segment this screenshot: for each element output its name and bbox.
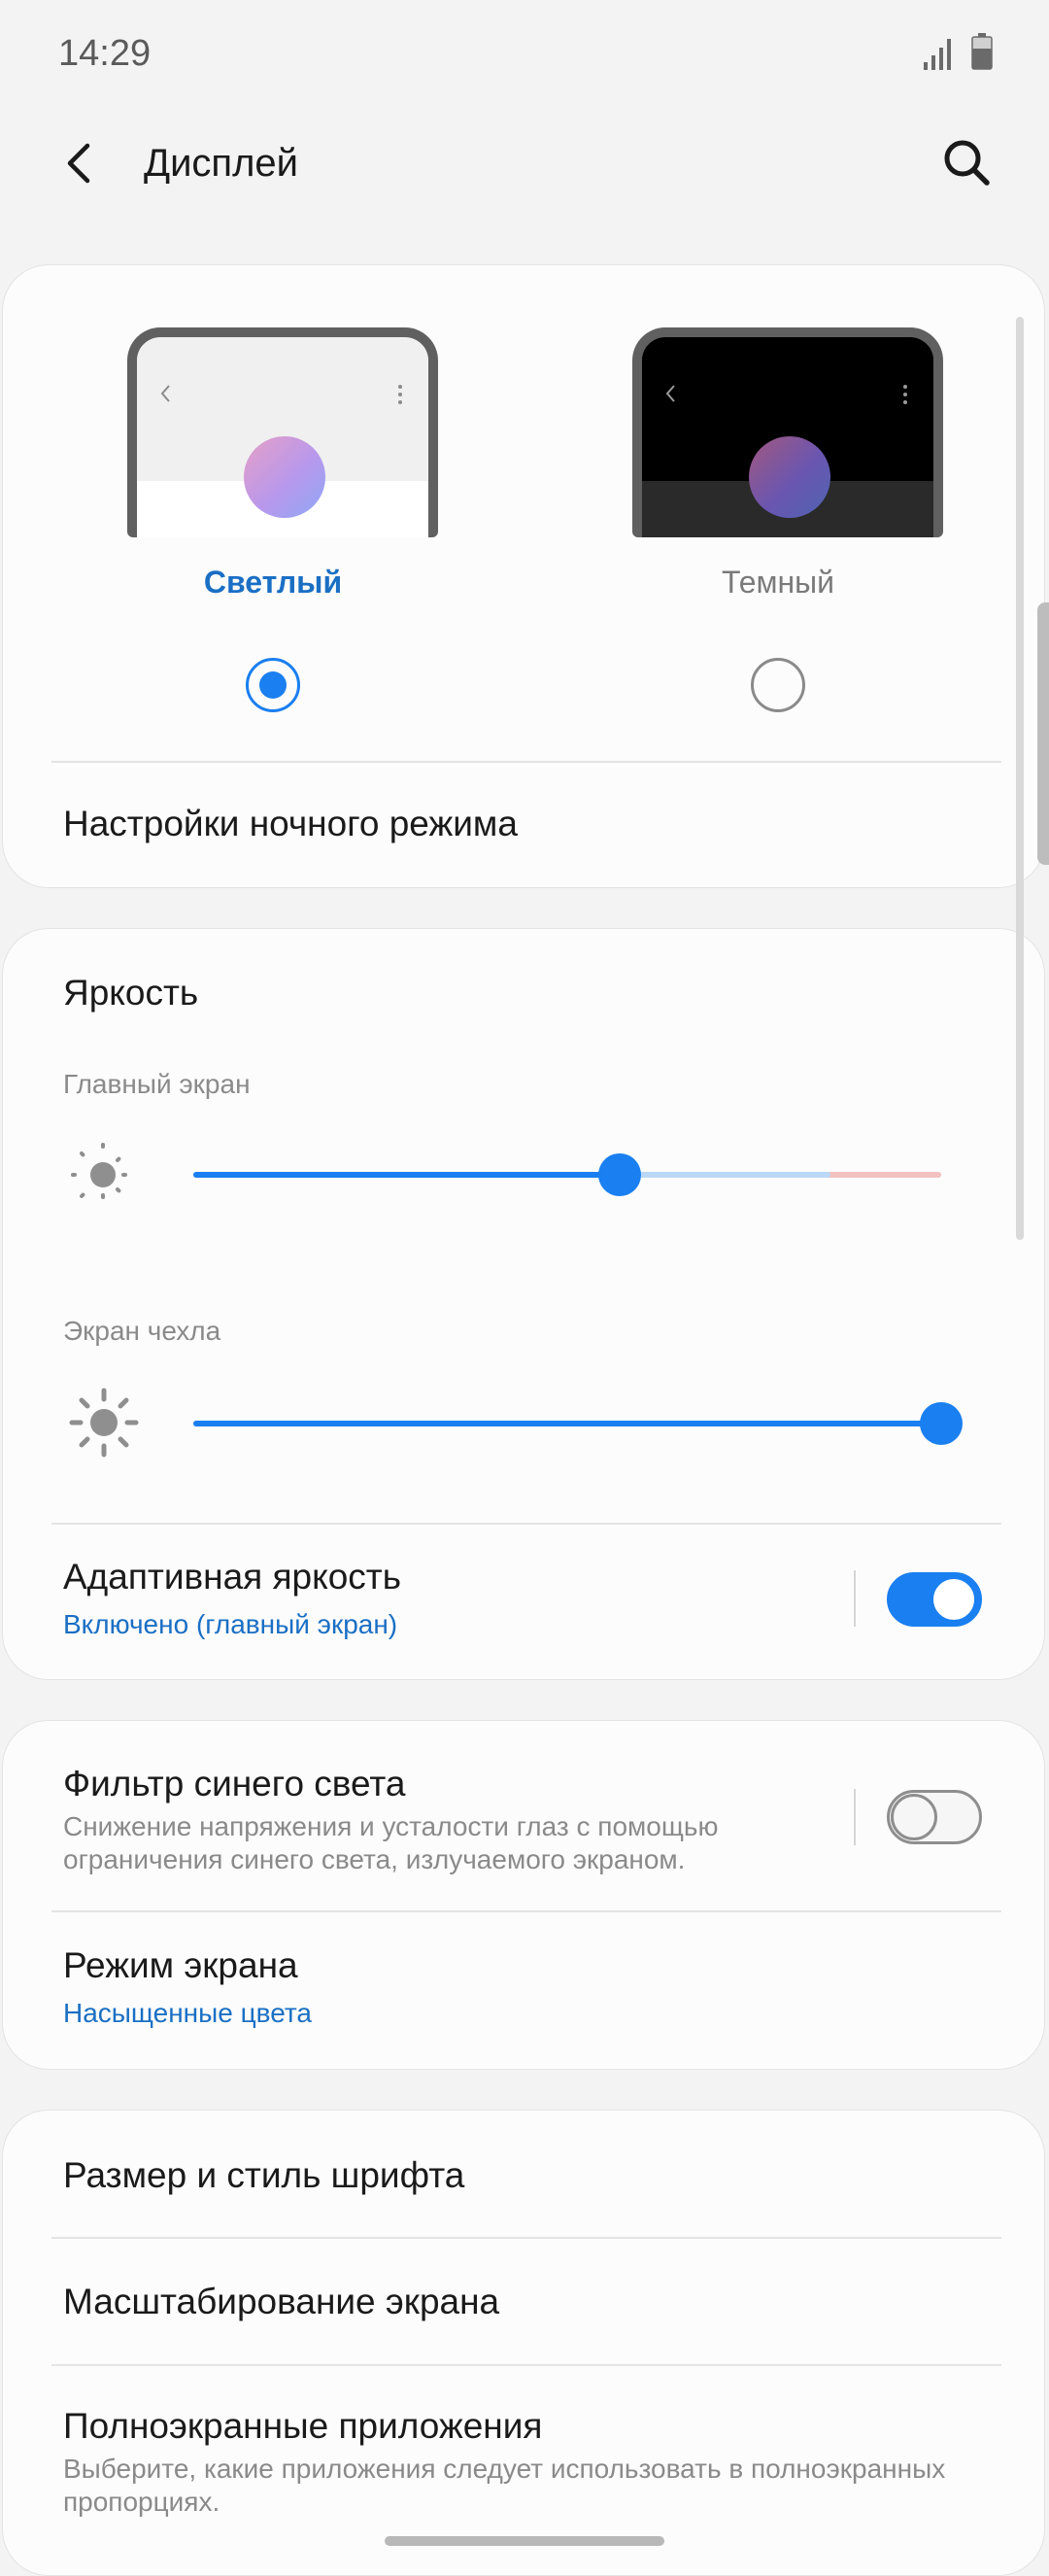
app-header: Дисплей — [0, 117, 1049, 210]
adaptive-brightness-title: Адаптивная яркость — [63, 1557, 401, 1597]
adaptive-brightness-status: Включено (главный экран) — [63, 1609, 398, 1639]
sun-icon — [71, 1143, 135, 1207]
blue-light-filter-toggle[interactable] — [887, 1790, 982, 1844]
status-bar: 14:29 — [0, 0, 1049, 107]
toggle-knob — [931, 1576, 977, 1623]
theme-option-dark[interactable]: Темный — [603, 265, 953, 712]
main-screen-label: Главный экран — [63, 1069, 251, 1099]
dark-theme-preview — [632, 327, 943, 537]
screen-mode-title: Режим экрана — [63, 1945, 298, 1985]
preview-more-icon — [398, 385, 402, 404]
display-more-card: Размер и стиль шрифта Масштабирование эк… — [2, 2110, 1045, 2576]
theme-card: Светлый Темный Настройки ночного режима — [2, 264, 1045, 888]
scrollbar[interactable] — [1016, 317, 1024, 1240]
adaptive-brightness-toggle[interactable] — [887, 1572, 982, 1627]
dark-theme-radio[interactable] — [751, 658, 805, 712]
battery-icon — [971, 33, 993, 70]
preview-back-icon — [665, 385, 675, 402]
brightness-title: Яркость — [63, 973, 199, 1013]
toggle-knob — [891, 1794, 937, 1840]
font-size-style[interactable]: Размер и стиль шрифта — [63, 2155, 464, 2196]
fullscreen-apps-row[interactable]: Полноэкранные приложения Выберите, какие… — [3, 2365, 1046, 2559]
preview-avatar — [749, 436, 830, 518]
cover-brightness-slider[interactable] — [193, 1394, 963, 1453]
light-theme-label: Светлый — [203, 565, 343, 600]
divider — [51, 2237, 1001, 2239]
slider-thumb[interactable] — [920, 1402, 963, 1445]
back-icon[interactable] — [56, 136, 105, 190]
theme-option-light[interactable]: Светлый — [98, 265, 448, 712]
adaptive-brightness-row[interactable]: Адаптивная яркость Включено (главный экр… — [3, 1524, 1046, 1679]
preview-avatar — [244, 436, 325, 518]
vertical-separator — [854, 1789, 856, 1845]
light-theme-radio[interactable] — [246, 658, 300, 712]
slider-track-fill — [193, 1172, 620, 1178]
vertical-separator — [854, 1570, 856, 1627]
fullscreen-apps-title: Полноэкранные приложения — [63, 2406, 543, 2446]
divider — [51, 761, 1001, 763]
brightness-card: Яркость Главный экран Экран чехла Адапти… — [2, 928, 1045, 1680]
preview-back-icon — [160, 385, 170, 402]
cover-screen-label: Экран чехла — [63, 1316, 221, 1346]
blue-light-filter-title: Фильтр синего света — [63, 1764, 406, 1803]
main-brightness-slider[interactable] — [193, 1146, 941, 1204]
page-title: Дисплей — [144, 142, 299, 185]
screen-zoom[interactable]: Масштабирование экрана — [63, 2282, 499, 2322]
light-theme-preview — [127, 327, 438, 537]
slider-track-fill — [193, 1421, 941, 1426]
fullscreen-apps-description: Выберите, какие приложения следует испол… — [63, 2454, 946, 2517]
display-options-card: Фильтр синего света Снижение напряжения … — [2, 1720, 1045, 2070]
night-mode-settings[interactable]: Настройки ночного режима — [63, 804, 518, 844]
screen-mode-row[interactable]: Режим экрана Насыщенные цвета — [3, 1912, 1046, 2068]
screen-mode-value: Насыщенные цвета — [63, 1998, 312, 2028]
status-time: 14:29 — [58, 33, 152, 74]
blue-light-filter-row[interactable]: Фильтр синего света Снижение напряжения … — [3, 1721, 1046, 1910]
preview-more-icon — [903, 385, 907, 404]
dark-theme-label: Темный — [721, 565, 835, 600]
blue-light-filter-description: Снижение напряжения и усталости глаз с п… — [63, 1811, 719, 1874]
sun-icon — [69, 1388, 139, 1458]
search-icon[interactable] — [938, 134, 995, 190]
slider-thumb[interactable] — [597, 1153, 641, 1196]
edge-panel-handle[interactable] — [1037, 602, 1049, 865]
home-indicator[interactable] — [385, 2536, 664, 2546]
signal-icon — [924, 39, 951, 70]
